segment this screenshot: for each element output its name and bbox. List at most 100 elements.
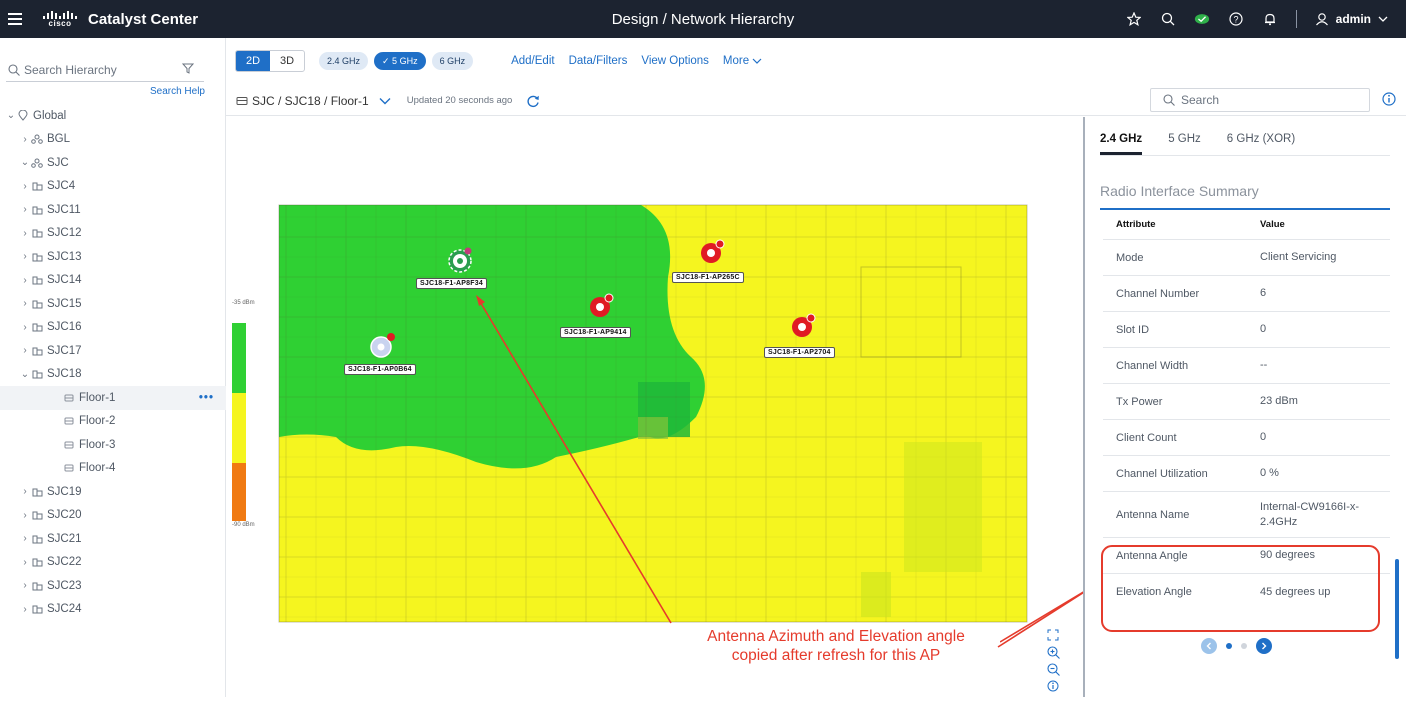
tree-item-label: SJC16 bbox=[47, 321, 82, 334]
more-options-icon[interactable]: ••• bbox=[199, 392, 214, 404]
chevron-right-icon[interactable]: › bbox=[20, 134, 30, 145]
panel-scrollbar[interactable] bbox=[1395, 559, 1399, 659]
tree-item-label: Floor-2 bbox=[79, 415, 116, 428]
info-icon[interactable] bbox=[1382, 92, 1396, 106]
tree-item-sjc15[interactable]: › SJC15 bbox=[0, 292, 226, 316]
chevron-right-icon[interactable]: › bbox=[20, 275, 30, 286]
tree-item-label: SJC23 bbox=[47, 579, 82, 592]
hamburger-menu-icon[interactable] bbox=[8, 13, 30, 25]
map-search-input[interactable]: Search bbox=[1150, 88, 1370, 112]
annotation-text: Antenna Azimuth and Elevation angle copi… bbox=[676, 627, 996, 665]
tree-item-sjc17[interactable]: › SJC17 bbox=[0, 339, 226, 363]
tree-item-floor-2[interactable]: Floor-2 bbox=[0, 410, 226, 434]
notifications-bell-icon[interactable] bbox=[1262, 11, 1278, 27]
tab-5ghz[interactable]: 5 GHz bbox=[1168, 133, 1201, 155]
more-menu-label: More bbox=[722, 55, 750, 67]
star-icon[interactable] bbox=[1126, 11, 1142, 27]
row-value: 6 bbox=[1260, 287, 1267, 299]
tree-item-bgl[interactable]: › BGL bbox=[0, 128, 226, 152]
tree-item-floor-3[interactable]: Floor-3 bbox=[0, 433, 226, 457]
tree-item-label: SJC4 bbox=[47, 180, 76, 193]
refresh-icon[interactable] bbox=[526, 94, 540, 108]
chevron-right-icon[interactable]: › bbox=[20, 181, 30, 192]
chevron-right-icon[interactable]: › bbox=[20, 580, 30, 591]
chevron-right-icon[interactable]: › bbox=[20, 486, 30, 497]
location-selector[interactable]: SJC / SJC18 / Floor-1 bbox=[236, 94, 391, 108]
fit-to-screen-icon[interactable] bbox=[1046, 628, 1060, 642]
tree-item-sjc14[interactable]: › SJC14 bbox=[0, 269, 226, 293]
tree-item-sjc24[interactable]: › SJC24 bbox=[0, 598, 226, 622]
annotation-arrows bbox=[476, 295, 1083, 648]
zoom-in-icon[interactable] bbox=[1046, 645, 1060, 659]
chevron-right-icon[interactable]: › bbox=[20, 204, 30, 215]
search-icon[interactable] bbox=[1160, 11, 1176, 27]
tab-6ghz-xor[interactable]: 6 GHz (XOR) bbox=[1227, 133, 1295, 155]
chevron-right-icon[interactable]: › bbox=[20, 228, 30, 239]
band-tabs: 2.4 GHz 5 GHz 6 GHz (XOR) bbox=[1100, 133, 1321, 155]
chevron-right-icon[interactable]: › bbox=[20, 604, 30, 615]
band-5ghz-filter[interactable]: ✓ 5 GHz bbox=[374, 52, 426, 70]
tree-item-sjc18[interactable]: ⌄ SJC18 bbox=[0, 363, 226, 387]
tree-item-sjc19[interactable]: › SJC19 bbox=[0, 480, 226, 504]
tab-24ghz[interactable]: 2.4 GHz bbox=[1100, 133, 1143, 155]
chevron-down-icon[interactable]: ⌄ bbox=[20, 157, 30, 168]
row-attribute: Antenna Name bbox=[1116, 508, 1190, 521]
zoom-out-icon[interactable] bbox=[1046, 662, 1060, 676]
help-icon[interactable]: ? bbox=[1228, 11, 1244, 27]
tree-item-sjc20[interactable]: › SJC20 bbox=[0, 504, 226, 528]
chevron-right-icon[interactable]: › bbox=[20, 345, 30, 356]
search-help-link[interactable]: Search Help bbox=[150, 86, 205, 97]
tree-item-sjc23[interactable]: › SJC23 bbox=[0, 574, 226, 598]
view-3d-button[interactable]: 3D bbox=[270, 51, 304, 71]
chevron-down-icon[interactable]: ⌄ bbox=[6, 110, 16, 121]
tree-item-sjc13[interactable]: › SJC13 bbox=[0, 245, 226, 269]
page-dot-active[interactable] bbox=[1226, 643, 1232, 649]
chevron-down-icon[interactable]: ⌄ bbox=[20, 369, 30, 380]
app-title[interactable]: Catalyst Center bbox=[88, 11, 198, 28]
data-filters-link[interactable]: Data/Filters bbox=[569, 55, 628, 67]
row-value: Internal-CW9166I-x-2.4GHz bbox=[1260, 500, 1360, 528]
chevron-right-icon[interactable]: › bbox=[20, 533, 30, 544]
band-6ghz-filter[interactable]: 6 GHz bbox=[431, 52, 474, 70]
add-edit-link[interactable]: Add/Edit bbox=[511, 55, 554, 67]
legend-strong bbox=[232, 323, 246, 393]
view-options-link[interactable]: View Options bbox=[641, 55, 709, 67]
building-icon bbox=[30, 369, 44, 379]
next-page-button[interactable] bbox=[1256, 638, 1272, 654]
row-value: -- bbox=[1260, 359, 1268, 371]
tree-item-floor-1[interactable]: Floor-1 ••• bbox=[0, 386, 226, 410]
tree-item-sjc4[interactable]: › SJC4 bbox=[0, 175, 226, 199]
row-attribute: Mode bbox=[1116, 251, 1144, 264]
tree-item-sjc11[interactable]: › SJC11 bbox=[0, 198, 226, 222]
view-2d-button[interactable]: 2D bbox=[236, 51, 270, 71]
map-info-icon[interactable] bbox=[1046, 679, 1060, 693]
table-row: Antenna Name Internal-CW9166I-x-2.4GHz bbox=[1103, 492, 1390, 538]
chevron-right-icon[interactable]: › bbox=[20, 557, 30, 568]
row-attribute: Channel Utilization bbox=[1116, 467, 1208, 480]
tree-item-label: SJC24 bbox=[47, 603, 82, 616]
tree-item-sjc12[interactable]: › SJC12 bbox=[0, 222, 226, 246]
floor-map-canvas[interactable]: SJC18-F1-AP8F34 SJC18-F1-AP265C SJC18-F1… bbox=[226, 117, 1083, 697]
tree-item-sjc[interactable]: ⌄ SJC bbox=[0, 151, 226, 175]
tree-item-floor-4[interactable]: Floor-4 bbox=[0, 457, 226, 481]
tree-item-sjc21[interactable]: › SJC21 bbox=[0, 527, 226, 551]
tree-item-label: SJC17 bbox=[47, 344, 82, 357]
band-24ghz-filter[interactable]: 2.4 GHz bbox=[319, 52, 369, 70]
hierarchy-search-input[interactable]: Search Hierarchy bbox=[6, 58, 204, 82]
tree-item-sjc16[interactable]: › SJC16 bbox=[0, 316, 226, 340]
area-icon bbox=[30, 158, 44, 168]
chevron-right-icon[interactable]: › bbox=[20, 298, 30, 309]
more-menu[interactable]: More bbox=[723, 55, 762, 67]
chevron-right-icon[interactable]: › bbox=[20, 510, 30, 521]
map-toolbar: 2D 3D 2.4 GHz ✓ 5 GHz 6 GHz Add/Edit Dat… bbox=[235, 49, 762, 73]
chevron-right-icon[interactable]: › bbox=[20, 251, 30, 262]
filter-icon[interactable] bbox=[182, 62, 194, 74]
user-menu[interactable]: admin bbox=[1315, 12, 1388, 26]
system-health-icon[interactable] bbox=[1194, 11, 1210, 27]
page-dot[interactable] bbox=[1241, 643, 1247, 649]
previous-page-button[interactable] bbox=[1201, 638, 1217, 654]
building-icon bbox=[30, 510, 44, 520]
chevron-right-icon[interactable]: › bbox=[20, 322, 30, 333]
tree-item-global[interactable]: ⌄ Global bbox=[0, 104, 226, 128]
tree-item-sjc22[interactable]: › SJC22 bbox=[0, 551, 226, 575]
